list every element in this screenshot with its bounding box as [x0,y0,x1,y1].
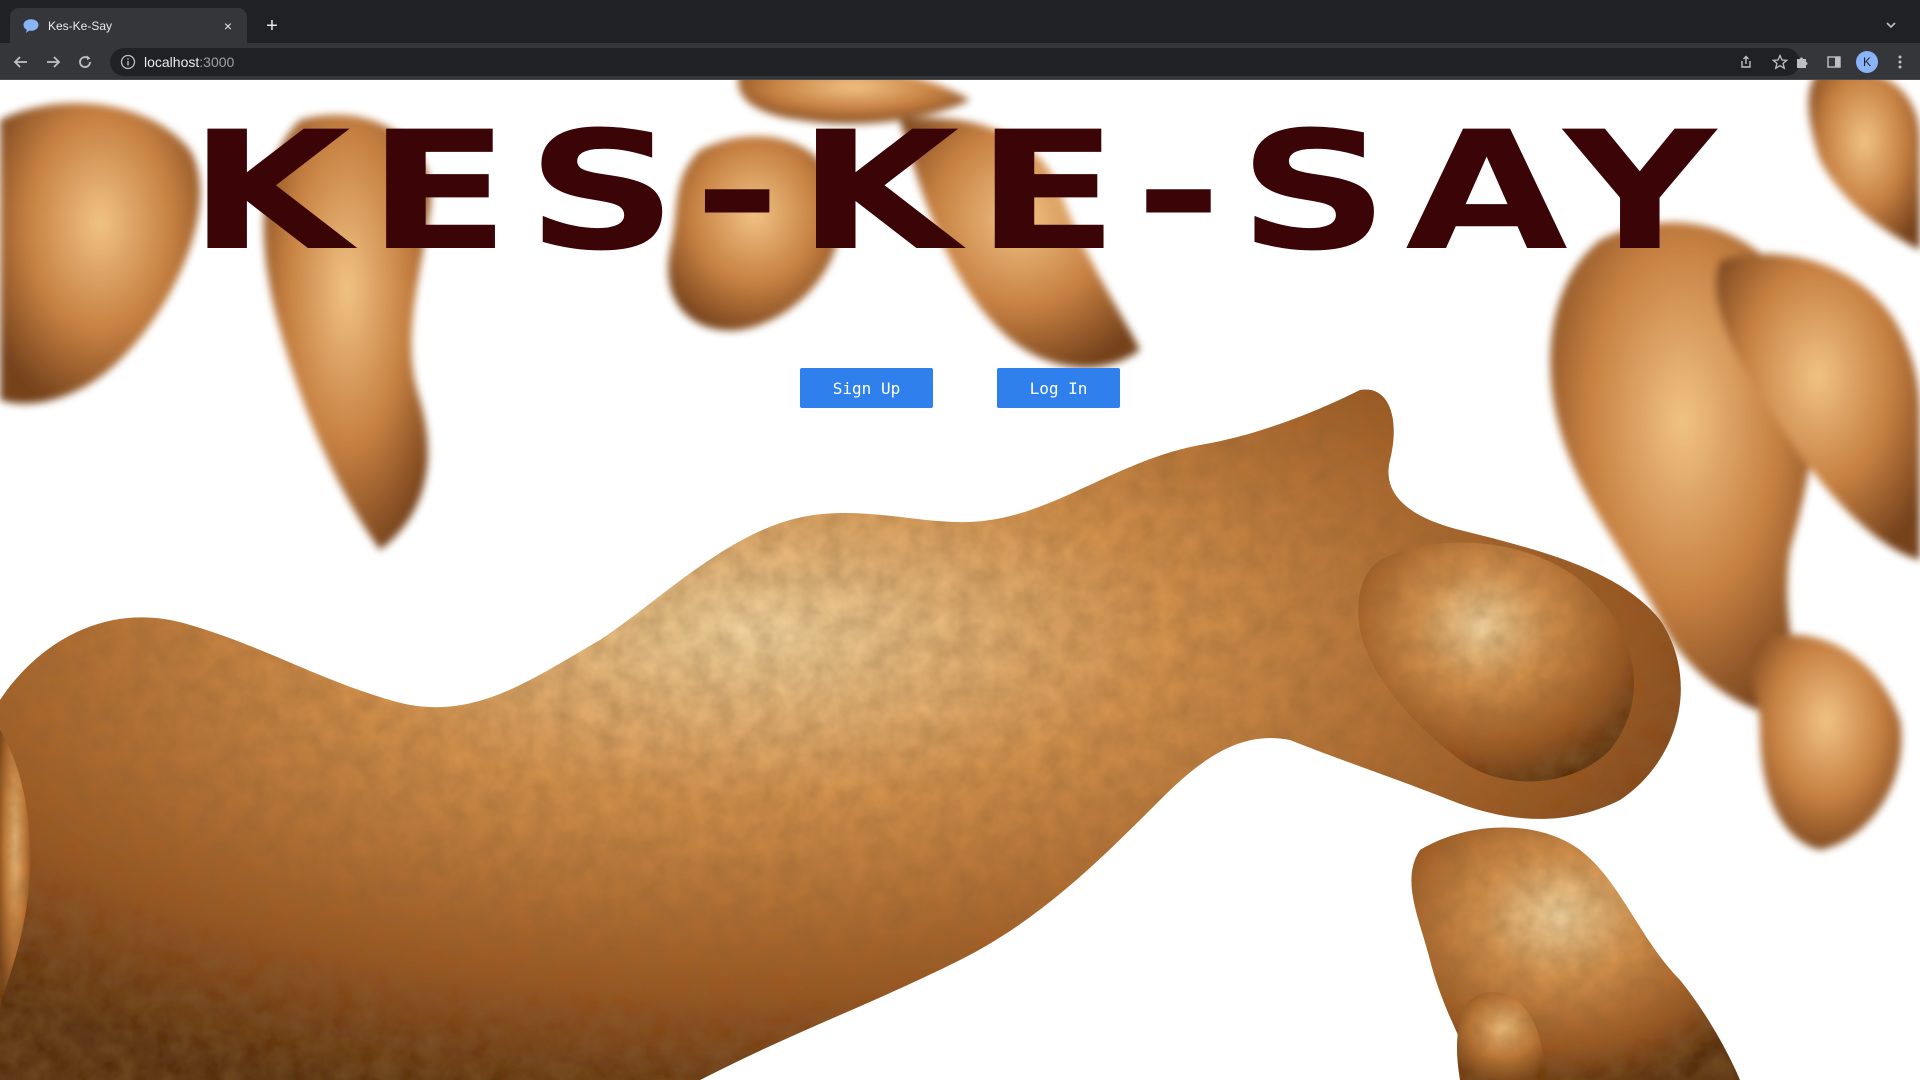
log-in-button[interactable]: Log In [997,368,1120,408]
profile-avatar[interactable]: K [1856,51,1878,73]
reload-icon[interactable] [72,49,98,75]
close-tab-icon[interactable]: × [219,17,237,35]
browser-tabstrip: Kes-Ke-Say × + [0,0,1920,43]
sign-up-button[interactable]: Sign Up [800,368,933,408]
chevron-down-icon[interactable] [1880,14,1902,36]
browser-toolbar: localhost:3000 K [0,43,1920,80]
share-icon[interactable] [1736,52,1756,72]
forward-arrow-icon[interactable] [40,49,66,75]
omnibox-actions [1736,48,1790,76]
browser-tab[interactable]: Kes-Ke-Say × [10,8,247,43]
page-viewport: KES-KE-SAY Sign Up Log In [0,80,1920,1080]
info-icon[interactable] [120,54,136,70]
auth-buttons: Sign Up Log In [0,368,1920,408]
puzzle-piece-icon[interactable] [1792,52,1812,72]
kebab-menu-icon[interactable] [1890,52,1910,72]
speech-bubble-icon [22,17,40,35]
new-tab-button[interactable]: + [258,12,286,40]
url-host: localhost [144,54,200,70]
address-bar[interactable]: localhost:3000 [110,48,1800,76]
url-port: :3000 [199,54,235,70]
site-title: KES-KE-SAY [188,95,1732,288]
tab-title: Kes-Ke-Say [48,18,113,33]
side-panel-icon[interactable] [1824,52,1844,72]
toolbar-right: K [1792,49,1910,75]
star-icon[interactable] [1770,52,1790,72]
back-arrow-icon[interactable] [8,49,34,75]
